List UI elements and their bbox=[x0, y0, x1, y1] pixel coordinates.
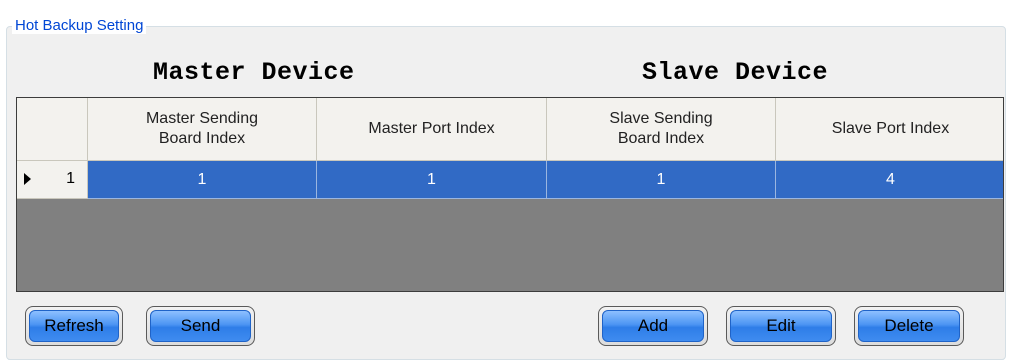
delete-button[interactable]: Delete bbox=[854, 306, 964, 346]
current-row-arrow-icon bbox=[24, 173, 31, 185]
cell-slave-port-index[interactable]: 4 bbox=[776, 161, 1003, 199]
grid-corner-header bbox=[17, 98, 88, 161]
column-header-master-port-index[interactable]: Master Port Index bbox=[317, 98, 547, 161]
send-button[interactable]: Send bbox=[146, 306, 255, 346]
add-button-label: Add bbox=[602, 310, 704, 342]
add-button[interactable]: Add bbox=[598, 306, 708, 346]
cell-master-sending-board-index[interactable]: 1 bbox=[88, 161, 317, 199]
refresh-button-label: Refresh bbox=[29, 310, 119, 342]
slave-device-heading: Slave Device bbox=[642, 58, 829, 87]
master-device-heading: Master Device bbox=[153, 58, 355, 87]
delete-button-label: Delete bbox=[858, 310, 960, 342]
refresh-button[interactable]: Refresh bbox=[25, 306, 123, 346]
column-header-master-sending-board-index[interactable]: Master Sending Board Index bbox=[88, 98, 317, 161]
edit-button[interactable]: Edit bbox=[726, 306, 836, 346]
cell-master-port-index[interactable]: 1 bbox=[317, 161, 547, 199]
column-header-slave-port-index[interactable]: Slave Port Index bbox=[776, 98, 1003, 161]
edit-button-label: Edit bbox=[730, 310, 832, 342]
cell-slave-sending-board-index[interactable]: 1 bbox=[547, 161, 776, 199]
column-header-slave-sending-board-index[interactable]: Slave Sending Board Index bbox=[547, 98, 776, 161]
group-title: Hot Backup Setting bbox=[12, 17, 147, 34]
backup-grid[interactable]: Master Sending Board Index Master Port I… bbox=[16, 97, 1004, 292]
row-index: 1 bbox=[66, 170, 75, 187]
row-header[interactable]: 1 bbox=[17, 161, 88, 199]
send-button-label: Send bbox=[150, 310, 251, 342]
